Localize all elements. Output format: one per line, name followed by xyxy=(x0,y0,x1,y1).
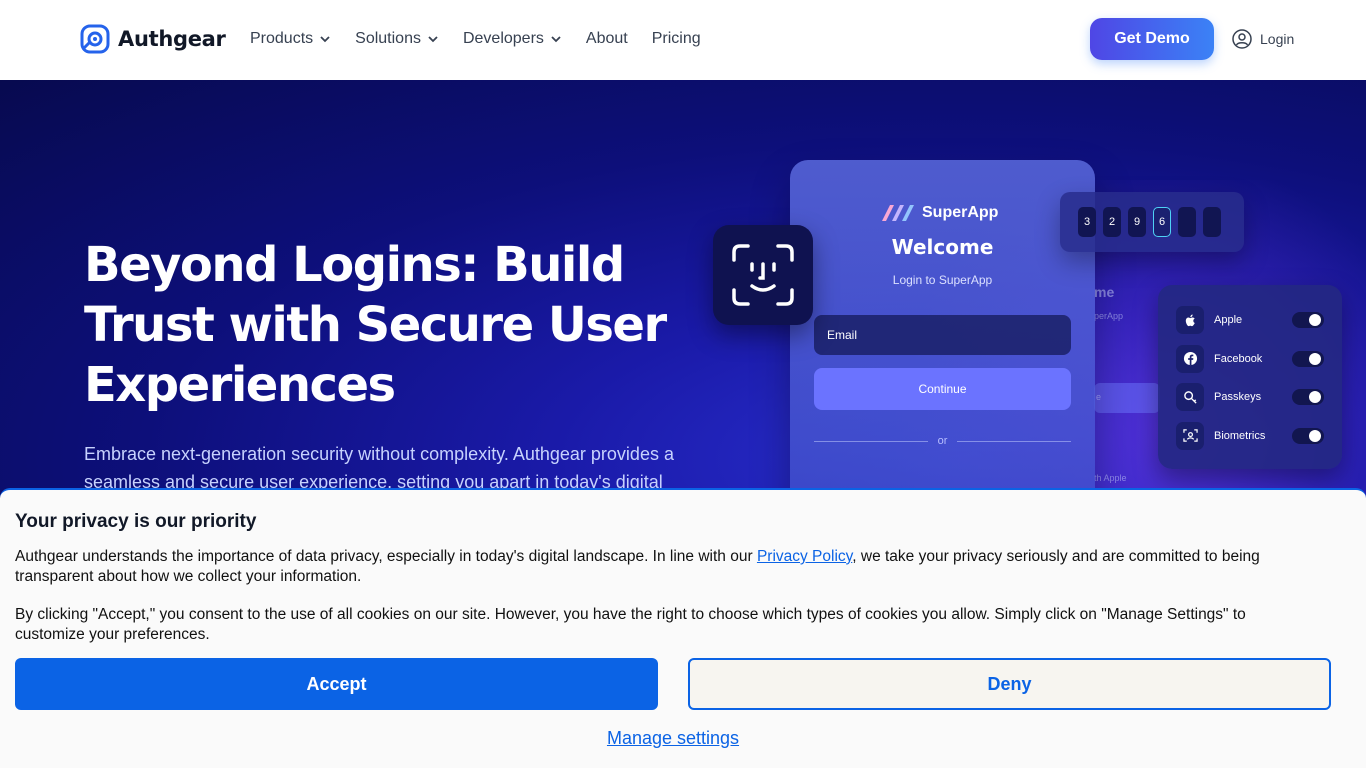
continue-button: Continue xyxy=(814,368,1071,410)
otp-digit: 3 xyxy=(1078,207,1096,237)
nav-products[interactable]: Products xyxy=(250,30,331,48)
cookie-title: Your privacy is our priority xyxy=(15,511,257,532)
nav-label: Solutions xyxy=(355,30,421,47)
provider-toggle xyxy=(1292,389,1324,406)
nav-pricing[interactable]: Pricing xyxy=(652,30,701,48)
cookie-text: Authgear understands the importance of d… xyxy=(15,548,757,565)
biometrics-icon xyxy=(1182,429,1198,442)
manage-settings-link[interactable]: Manage settings xyxy=(607,728,739,748)
logo[interactable]: Authgear xyxy=(80,24,226,54)
nav-solutions[interactable]: Solutions xyxy=(355,30,439,48)
ghost-sub-text: perApp xyxy=(1094,311,1124,321)
passkey-icon xyxy=(1183,390,1197,404)
or-text: or xyxy=(937,435,948,447)
apple-icon xyxy=(1185,314,1195,326)
authgear-logo-icon xyxy=(80,24,110,54)
nav-label: About xyxy=(585,30,628,47)
provider-row-passkeys: Passkeys xyxy=(1176,378,1324,417)
login-link[interactable]: Login xyxy=(1232,29,1294,49)
passkey-icon xyxy=(1176,383,1204,412)
provider-label: Passkeys xyxy=(1214,391,1262,404)
cookie-paragraph-1: Authgear understands the importance of d… xyxy=(15,547,1315,586)
provider-row-facebook: Facebook xyxy=(1176,340,1324,379)
provider-label: Facebook xyxy=(1214,352,1263,365)
or-divider: or xyxy=(814,435,1071,447)
ghost-welcome-text: me xyxy=(1094,284,1115,300)
biometrics-icon xyxy=(1176,421,1204,450)
chevron-down-icon xyxy=(551,36,561,43)
nav-developers[interactable]: Developers xyxy=(463,30,562,48)
manage-settings-wrap: Manage settings xyxy=(0,728,1346,749)
privacy-policy-link[interactable]: Privacy Policy xyxy=(757,548,852,565)
divider-line xyxy=(957,440,1071,442)
main-nav: Products Solutions Developers About Pric… xyxy=(250,30,701,48)
nav-label: Products xyxy=(250,30,314,47)
apple-icon xyxy=(1176,306,1204,335)
cookie-paragraph-2: By clicking "Accept," you consent to the… xyxy=(15,606,1246,643)
superapp-brand: SuperApp xyxy=(882,203,998,223)
provider-row-apple: Apple xyxy=(1176,301,1324,340)
provider-toggle xyxy=(1292,350,1324,367)
otp-digit-active: 6 xyxy=(1153,207,1171,237)
auth-providers-card: Apple Facebook Passkeys Biometrics xyxy=(1158,285,1342,469)
ghost-button-text: e xyxy=(1096,392,1102,402)
chevron-down-icon xyxy=(428,36,438,43)
nav-label: Pricing xyxy=(651,30,701,47)
chevron-down-icon xyxy=(320,36,330,43)
provider-row-biometrics: Biometrics xyxy=(1176,417,1324,456)
login-label: Login xyxy=(1260,31,1295,47)
superapp-logo-icon xyxy=(882,205,914,221)
provider-label: Apple xyxy=(1214,314,1243,327)
ghost-button xyxy=(1094,383,1160,413)
superapp-name: SuperApp xyxy=(922,204,999,221)
otp-digit xyxy=(1178,207,1196,237)
user-circle-icon xyxy=(1232,29,1252,49)
ghost-apple-text: th Apple xyxy=(1094,473,1127,483)
hero-title: Beyond Logins: Build Trust with Secure U… xyxy=(84,237,667,413)
facebook-icon xyxy=(1183,352,1197,366)
otp-digit: 2 xyxy=(1103,207,1121,237)
divider-line xyxy=(814,440,928,442)
nav-about[interactable]: About xyxy=(586,30,628,48)
facebook-icon xyxy=(1176,344,1204,373)
face-id-tile xyxy=(713,225,813,325)
otp-digit: 9 xyxy=(1128,207,1146,237)
site-header: Authgear Products Solutions Developers A… xyxy=(0,0,1366,80)
otp-card: 3 2 9 6 xyxy=(1060,192,1244,252)
otp-digit xyxy=(1203,207,1221,237)
provider-toggle xyxy=(1292,427,1324,444)
logo-text: Authgear xyxy=(118,27,226,51)
get-demo-button[interactable]: Get Demo xyxy=(1090,18,1214,60)
email-field: Email xyxy=(814,315,1071,355)
face-id-icon xyxy=(732,244,794,306)
provider-label: Biometrics xyxy=(1214,429,1266,442)
welcome-heading: Welcome xyxy=(891,235,994,259)
nav-label: Developers xyxy=(462,30,544,47)
provider-toggle xyxy=(1292,312,1324,329)
login-subtitle: Login to SuperApp xyxy=(892,273,993,287)
deny-button[interactable]: Deny xyxy=(688,658,1331,710)
accept-button[interactable]: Accept xyxy=(15,658,658,710)
cookie-consent-banner: Your privacy is our priority Authgear un… xyxy=(0,488,1366,768)
